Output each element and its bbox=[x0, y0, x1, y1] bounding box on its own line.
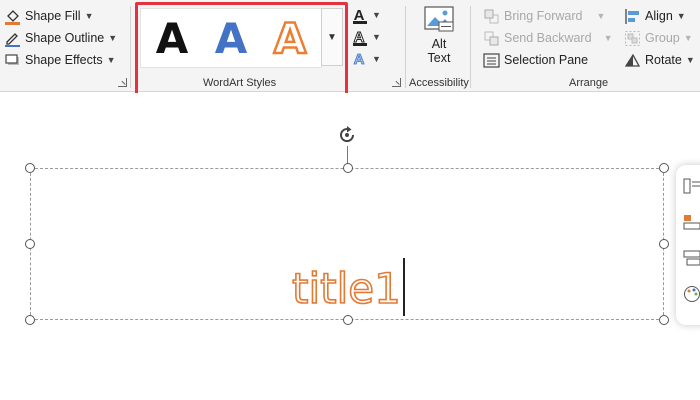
group-separator bbox=[130, 6, 131, 88]
rotate-button[interactable]: Rotate ▼ bbox=[624, 50, 695, 70]
arrange-group-label: Arrange bbox=[569, 77, 609, 89]
chevron-down-icon: ▼ bbox=[84, 11, 94, 21]
shape-styles-dialog-launcher-icon[interactable] bbox=[118, 78, 127, 87]
selection-pane-label: Selection Pane bbox=[504, 53, 589, 67]
group-icon bbox=[624, 30, 641, 47]
chevron-down-icon: ▼ bbox=[108, 33, 118, 43]
bring-forward-button[interactable]: Bring Forward ▼ bbox=[483, 6, 605, 26]
arrange-options-icon[interactable] bbox=[683, 249, 700, 267]
text-cursor bbox=[403, 258, 405, 316]
chevron-down-icon: ▼ bbox=[372, 54, 381, 64]
resize-handle-top-left[interactable] bbox=[25, 163, 35, 173]
resize-handle-top-right[interactable] bbox=[659, 163, 669, 173]
chevron-down-icon: ▼ bbox=[596, 11, 606, 21]
shape-outline-button[interactable]: Shape Outline ▼ bbox=[4, 28, 117, 48]
format-shape-icon[interactable] bbox=[683, 213, 700, 231]
resize-handle-right[interactable] bbox=[659, 239, 669, 249]
group-label: Group bbox=[645, 31, 680, 45]
resize-handle-bottom-left[interactable] bbox=[25, 315, 35, 325]
text-effects-button[interactable]: A ▼ bbox=[352, 50, 384, 68]
shape-outline-label: Shape Outline bbox=[25, 31, 105, 45]
send-backward-button[interactable]: Send Backward ▼ bbox=[483, 28, 612, 48]
text-fill-button[interactable]: A ▼ bbox=[352, 6, 384, 24]
layout-options-icon[interactable] bbox=[683, 177, 700, 195]
floating-quick-panel bbox=[676, 165, 700, 325]
resize-handle-bottom-right[interactable] bbox=[659, 315, 669, 325]
group-separator bbox=[470, 6, 471, 88]
alt-text-label-2: Text bbox=[427, 51, 451, 65]
text-outline-button[interactable]: A ▼ bbox=[352, 28, 384, 46]
alt-text-icon bbox=[424, 6, 454, 32]
bring-forward-label: Bring Forward bbox=[504, 9, 583, 23]
resize-handle-left[interactable] bbox=[25, 239, 35, 249]
shape-fill-label: Shape Fill bbox=[25, 9, 81, 23]
title-text[interactable]: title1 bbox=[291, 262, 401, 316]
chevron-down-icon: ▼ bbox=[372, 10, 381, 20]
text-outline-color-bar bbox=[353, 43, 367, 46]
shape-fill-button[interactable]: Shape Fill ▼ bbox=[4, 6, 94, 26]
alt-text-label-1: Alt bbox=[431, 37, 447, 51]
group-button[interactable]: Group ▼ bbox=[624, 28, 693, 48]
send-backward-icon bbox=[483, 30, 500, 47]
shape-effects-label: Shape Effects bbox=[25, 53, 103, 67]
accessibility-group-label: Accessibility bbox=[409, 77, 469, 89]
alt-text-button[interactable]: Alt Text bbox=[414, 6, 464, 72]
palette-icon[interactable] bbox=[683, 285, 700, 303]
chevron-down-icon: ▼ bbox=[372, 32, 381, 42]
group-separator bbox=[405, 6, 406, 88]
send-backward-label: Send Backward bbox=[504, 31, 592, 45]
pencil-icon bbox=[4, 30, 21, 47]
rotate-label: Rotate bbox=[645, 53, 682, 67]
resize-handle-top[interactable] bbox=[343, 163, 353, 173]
paint-bucket-icon bbox=[4, 8, 21, 25]
shape-effects-button[interactable]: Shape Effects ▼ bbox=[4, 50, 116, 70]
resize-handle-bottom[interactable] bbox=[343, 315, 353, 325]
text-fill-color-bar bbox=[353, 21, 367, 24]
align-icon bbox=[624, 8, 641, 25]
rotate-handle-icon[interactable] bbox=[336, 124, 358, 146]
chevron-down-icon: ▼ bbox=[106, 55, 116, 65]
chevron-down-icon: ▼ bbox=[676, 11, 686, 21]
bring-forward-icon bbox=[483, 8, 500, 25]
selection-pane-button[interactable]: Selection Pane bbox=[483, 50, 588, 70]
text-effects-icon: A bbox=[353, 50, 365, 68]
highlight-box bbox=[135, 2, 348, 96]
align-button[interactable]: Align ▼ bbox=[624, 6, 686, 26]
rotate-icon bbox=[624, 52, 641, 69]
chevron-down-icon: ▼ bbox=[683, 33, 693, 43]
align-label: Align bbox=[645, 9, 673, 23]
shape-effects-icon bbox=[4, 52, 21, 69]
wordart-dialog-launcher-icon[interactable] bbox=[392, 78, 401, 87]
ribbon: Shape Fill ▼ Shape Outline ▼ Shape Effec… bbox=[0, 0, 700, 96]
chevron-down-icon: ▼ bbox=[603, 33, 613, 43]
chevron-down-icon: ▼ bbox=[685, 55, 695, 65]
selection-pane-icon bbox=[483, 52, 500, 69]
